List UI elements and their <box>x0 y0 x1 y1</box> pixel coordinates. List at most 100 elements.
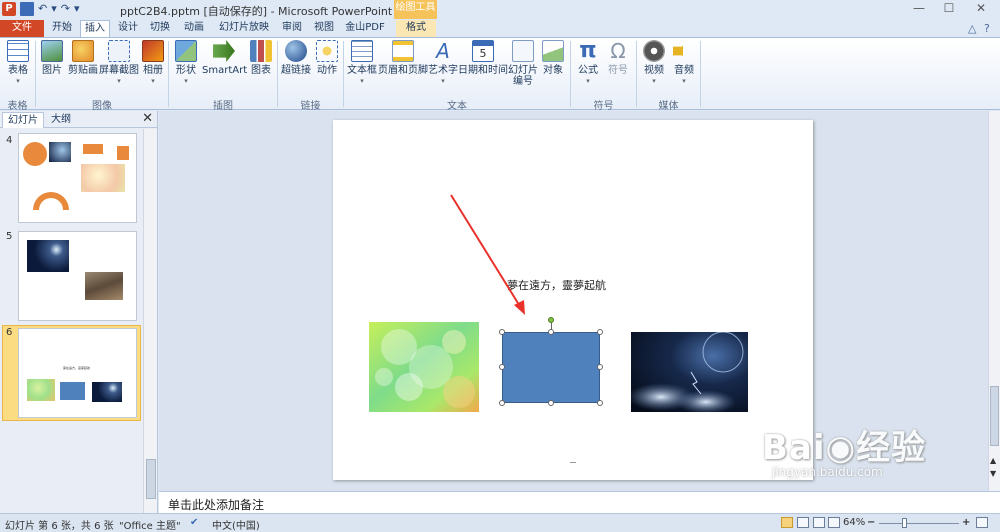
drawing-tools-context-header: 绘图工具 <box>394 0 437 19</box>
wordart-button[interactable]: A 艺术字 ▾ <box>428 40 458 85</box>
tab-view[interactable]: 视图 <box>310 20 338 37</box>
space-image <box>49 142 71 162</box>
left-arrow-shape <box>83 144 103 154</box>
powerpoint-logo-icon[interactable]: P <box>2 2 16 16</box>
zoom-slider-knob[interactable] <box>902 518 907 528</box>
clipart-button[interactable]: 剪贴画 <box>68 40 98 77</box>
slide-thumbnail-5[interactable] <box>18 231 137 321</box>
wordart-label: 艺术字 <box>428 65 458 76</box>
video-icon <box>643 40 665 62</box>
tab-slides[interactable]: 幻灯片 <box>2 112 44 128</box>
save-icon[interactable] <box>20 2 34 16</box>
picture-button[interactable]: 图片 <box>38 40 66 77</box>
video-button[interactable]: 视频 ▾ <box>640 40 668 85</box>
hyperlink-label: 超链接 <box>281 65 311 76</box>
thumb-caption: 夢在遠方，靈夢起航 <box>63 366 91 370</box>
screenshot-button[interactable]: 屏幕截图 ▾ <box>99 40 139 85</box>
album-icon <box>142 40 164 62</box>
reading-view-icon[interactable] <box>813 517 825 528</box>
language-status[interactable]: 中文(中国) <box>212 517 260 532</box>
datetime-button[interactable]: 5 日期和时间 <box>458 40 508 77</box>
screenshot-icon <box>108 40 130 62</box>
tab-kingsoft-pdf[interactable]: 金山PDF <box>342 20 388 37</box>
tab-home[interactable]: 开始 <box>48 20 76 37</box>
powerpoint-window: P ↶ ▾ ↷ ▾ pptC2B4.pptm [自动保存的] - Microso… <box>0 0 1000 532</box>
smartart-button[interactable]: SmartArt <box>202 40 248 77</box>
textbox-label: 文本框 <box>347 65 377 76</box>
symbol-icon: Ω <box>610 39 626 63</box>
normal-view-icon[interactable] <box>781 517 793 528</box>
slide-thumbnail-4[interactable] <box>18 133 137 223</box>
tab-file[interactable]: 文件 <box>0 20 44 37</box>
bokeh-image <box>81 164 125 192</box>
close-pane-icon[interactable]: ✕ <box>142 111 153 126</box>
tab-animations[interactable]: 动画 <box>178 20 210 37</box>
header-footer-icon <box>392 40 414 62</box>
slide-thumbnail-6[interactable]: 夢在遠方，靈夢起航 <box>18 328 137 418</box>
maximize-button[interactable]: ☐ <box>934 0 964 18</box>
fit-to-window-icon[interactable] <box>976 517 988 528</box>
notes-pane[interactable]: 单击此处添加备注 <box>159 491 1000 513</box>
tab-design[interactable]: 设计 <box>114 20 142 37</box>
photo-image <box>85 272 123 300</box>
scrollbar-thumb[interactable] <box>990 386 999 446</box>
close-button[interactable]: ✕ <box>966 0 996 18</box>
tab-review[interactable]: 审阅 <box>278 20 306 37</box>
next-slide-icon[interactable]: ▼ <box>990 469 996 478</box>
chart-label: 图表 <box>251 65 271 76</box>
curved-arrow-shape <box>33 192 69 210</box>
tab-slideshow[interactable]: 幻灯片放映 <box>214 20 274 37</box>
table-label: 表格 <box>8 65 28 76</box>
hyperlink-button[interactable]: 超链接 <box>280 40 312 77</box>
zoom-slider-track[interactable] <box>879 523 959 524</box>
up-arrow-shape <box>117 146 129 160</box>
title-bar: P ↶ ▾ ↷ ▾ pptC2B4.pptm [自动保存的] - Microso… <box>0 0 1000 20</box>
group-label-table: 表格 <box>7 101 28 112</box>
smartart-label: SmartArt <box>202 65 248 76</box>
slides-pane-scrollbar[interactable] <box>143 129 157 513</box>
help-icon[interactable]: ? <box>984 22 990 35</box>
slide-sorter-view-icon[interactable] <box>797 517 809 528</box>
notes-placeholder[interactable]: 单击此处添加备注 <box>168 496 264 513</box>
minimize-ribbon-icon[interactable]: △ <box>968 22 976 35</box>
scrollbar-thumb[interactable] <box>146 459 156 499</box>
theme-status[interactable]: "Office 主题" <box>119 517 181 532</box>
screenshot-label: 屏幕截图 <box>99 65 139 76</box>
redo-icon[interactable]: ↷ <box>61 2 70 16</box>
customize-qat-icon[interactable]: ▾ <box>74 2 80 16</box>
space-image <box>27 240 69 272</box>
audio-dropdown-icon: ▾ <box>682 77 686 85</box>
undo-icon[interactable]: ↶ <box>38 2 47 16</box>
zoom-out-icon[interactable]: − <box>867 517 875 528</box>
chart-icon <box>250 40 272 62</box>
tab-transitions[interactable]: 切换 <box>146 20 174 37</box>
symbol-button[interactable]: Ω 符号 <box>604 40 632 77</box>
tab-insert[interactable]: 插入 <box>80 20 110 37</box>
audio-button[interactable]: 音频 ▾ <box>670 40 698 85</box>
table-button[interactable]: 表格 ▾ <box>4 40 32 85</box>
header-footer-button[interactable]: 页眉和页脚 <box>378 40 428 77</box>
slideshow-view-icon[interactable] <box>828 517 840 528</box>
prohibit-shape <box>23 142 47 166</box>
shapes-button[interactable]: 形状 ▾ <box>172 40 200 85</box>
equation-icon: π <box>579 38 597 63</box>
equation-button[interactable]: π 公式 ▾ <box>574 38 602 86</box>
editor-vertical-scrollbar[interactable]: ▲ ▼ <box>988 111 1000 491</box>
previous-slide-icon[interactable]: ▲ <box>990 456 996 465</box>
slide-number: 4 <box>6 135 13 146</box>
object-button[interactable]: 对象 <box>540 40 566 77</box>
action-button[interactable]: 动作 <box>313 40 341 77</box>
spellcheck-icon[interactable]: ✔ <box>190 517 198 528</box>
tab-format[interactable]: 格式 <box>396 20 436 37</box>
watermark-logo-text: Bai◉经验 <box>762 428 927 468</box>
textbox-button[interactable]: 文本框 ▾ <box>346 40 378 85</box>
minimize-button[interactable]: — <box>904 0 934 18</box>
zoom-in-icon[interactable]: + <box>962 517 970 528</box>
undo-dropdown-icon[interactable]: ▾ <box>51 2 57 16</box>
slide-number-button[interactable]: 幻灯片 编号 <box>508 40 538 87</box>
tab-outline[interactable]: 大纲 <box>46 112 76 128</box>
zoom-level[interactable]: 64% <box>843 517 865 528</box>
chart-button[interactable]: 图表 <box>248 40 274 77</box>
album-button[interactable]: 相册 ▾ <box>140 40 166 85</box>
group-label-links: 链接 <box>300 101 321 112</box>
